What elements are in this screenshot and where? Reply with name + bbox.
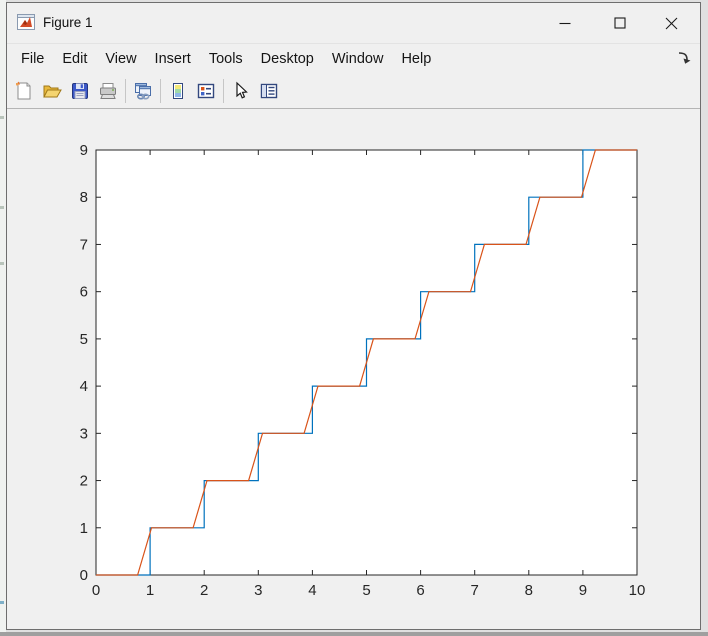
print-figure-button[interactable] bbox=[94, 77, 122, 105]
x-tick-label: 3 bbox=[254, 582, 262, 599]
toolbar-separator bbox=[125, 79, 126, 103]
y-tick-label: 3 bbox=[80, 425, 88, 442]
matlab-logo-icon bbox=[17, 14, 35, 30]
y-tick-label: 2 bbox=[80, 473, 88, 490]
y-tick-label: 0 bbox=[80, 567, 88, 584]
edit-plot-button[interactable] bbox=[227, 77, 255, 105]
menu-item-edit[interactable]: Edit bbox=[53, 44, 96, 74]
x-tick-label: 0 bbox=[92, 582, 100, 599]
title-bar: Figure 1 bbox=[7, 3, 700, 43]
window-bottom-shadow bbox=[0, 632, 708, 636]
y-tick-label: 8 bbox=[80, 189, 88, 206]
open-file-button[interactable] bbox=[38, 77, 66, 105]
menu-item-help[interactable]: Help bbox=[392, 44, 440, 74]
menu-item-window[interactable]: Window bbox=[323, 44, 393, 74]
menu-item-file[interactable]: File bbox=[12, 44, 53, 74]
close-button[interactable] bbox=[646, 3, 696, 43]
y-tick-label: 7 bbox=[80, 236, 88, 253]
dock-figure-icon[interactable] bbox=[676, 49, 692, 65]
maximize-button[interactable] bbox=[595, 3, 645, 43]
menu-item-insert[interactable]: Insert bbox=[146, 44, 200, 74]
y-tick-label: 9 bbox=[80, 142, 88, 159]
figure-canvas: 0 1 2 3 4 5 6 7 8 9 10 0 1 2 3 4 5 6 7 8 9 bbox=[7, 109, 700, 629]
x-tick-label: 9 bbox=[579, 582, 587, 599]
x-tick-label: 2 bbox=[200, 582, 208, 599]
toolbar-separator bbox=[223, 79, 224, 103]
insert-colorbar-button[interactable] bbox=[164, 77, 192, 105]
property-editor-button[interactable] bbox=[255, 77, 283, 105]
figure-toolbar bbox=[7, 74, 700, 109]
menu-bar: FileEditViewInsertToolsDesktopWindowHelp bbox=[7, 43, 700, 74]
minimize-button[interactable] bbox=[540, 3, 590, 43]
toolbar-separator bbox=[160, 79, 161, 103]
x-tick-label: 5 bbox=[362, 582, 370, 599]
y-tick-label: 4 bbox=[80, 378, 88, 395]
y-tick-label: 1 bbox=[80, 520, 88, 537]
x-tick-label: 6 bbox=[416, 582, 424, 599]
window-title: Figure 1 bbox=[43, 3, 93, 43]
new-figure-button[interactable] bbox=[10, 77, 38, 105]
menu-item-tools[interactable]: Tools bbox=[200, 44, 252, 74]
insert-legend-button[interactable] bbox=[192, 77, 220, 105]
x-tick-label: 1 bbox=[146, 582, 154, 599]
menu-item-view[interactable]: View bbox=[96, 44, 145, 74]
figure-window: Figure 1 FileEditViewInsertToolsDesktopW… bbox=[6, 2, 701, 630]
x-tick-label: 4 bbox=[308, 582, 316, 599]
save-figure-button[interactable] bbox=[66, 77, 94, 105]
y-tick-label: 5 bbox=[80, 331, 88, 348]
menu-item-desktop[interactable]: Desktop bbox=[252, 44, 323, 74]
x-tick-label: 8 bbox=[525, 582, 533, 599]
x-tick-label: 10 bbox=[629, 582, 646, 599]
x-tick-label: 7 bbox=[471, 582, 479, 599]
axes-plot[interactable]: 0 1 2 3 4 5 6 7 8 9 10 0 1 2 3 4 5 6 7 8 9 bbox=[7, 109, 700, 629]
link-plot-button[interactable] bbox=[129, 77, 157, 105]
y-tick-label: 6 bbox=[80, 284, 88, 301]
